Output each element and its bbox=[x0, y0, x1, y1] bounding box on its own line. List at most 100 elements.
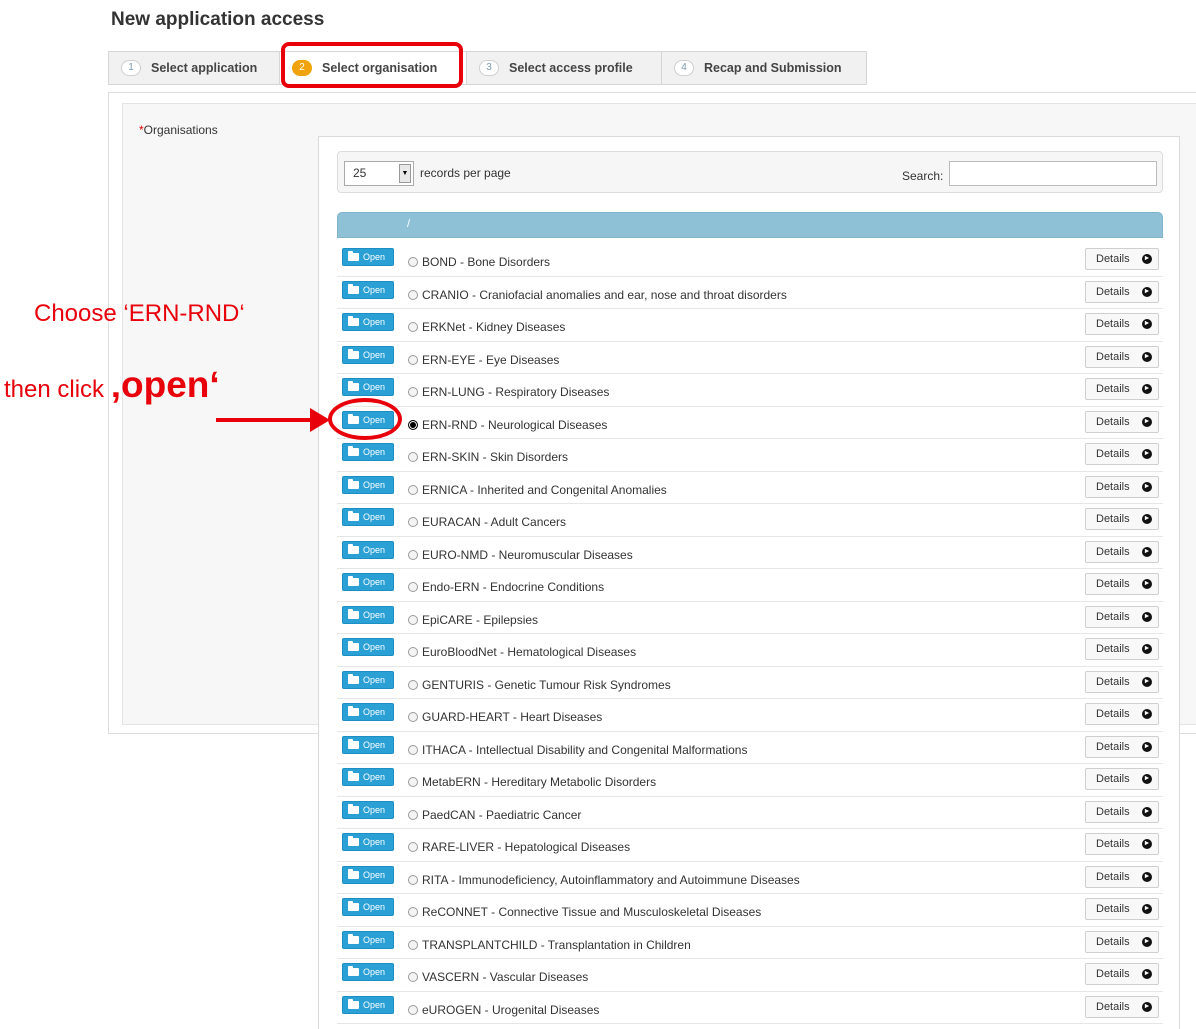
organisation-radio[interactable] bbox=[408, 842, 418, 852]
organisation-radio[interactable] bbox=[408, 744, 418, 755]
details-button[interactable]: Details ► bbox=[1085, 248, 1159, 270]
details-button[interactable]: Details ► bbox=[1085, 638, 1159, 660]
open-button[interactable]: Open bbox=[342, 410, 394, 429]
organisation-radio[interactable] bbox=[408, 582, 418, 592]
folder-icon bbox=[348, 478, 359, 489]
open-button[interactable]: Open bbox=[342, 670, 394, 689]
details-button[interactable]: Details ► bbox=[1085, 280, 1159, 303]
details-button[interactable]: Details ► bbox=[1085, 443, 1159, 465]
chevron-down-icon[interactable]: ▼ bbox=[399, 164, 411, 183]
organisation-radio[interactable] bbox=[408, 257, 418, 267]
details-button[interactable]: Details ► bbox=[1085, 508, 1159, 530]
tab-select-application[interactable]: 1 Select application bbox=[109, 52, 280, 84]
open-button[interactable]: Open bbox=[342, 508, 394, 526]
tab-select-organisation[interactable]: 2 Select organisation bbox=[280, 52, 467, 84]
details-button[interactable]: Details ► bbox=[1085, 800, 1159, 823]
folder-icon bbox=[348, 901, 359, 911]
organisation-radio[interactable] bbox=[408, 777, 418, 787]
organisation-radio[interactable] bbox=[408, 452, 418, 462]
organisation-radio[interactable] bbox=[408, 1004, 418, 1015]
details-button[interactable]: Details ► bbox=[1085, 735, 1159, 758]
open-button[interactable]: Open bbox=[342, 963, 394, 981]
tab-select-access-profile[interactable]: 3 Select access profile bbox=[467, 52, 662, 84]
search-input[interactable] bbox=[949, 161, 1157, 186]
folder-icon bbox=[348, 576, 359, 586]
tab-recap-and-submission[interactable]: 4 Recap and Submission bbox=[662, 52, 866, 84]
open-button[interactable]: Open bbox=[342, 638, 394, 656]
details-button[interactable]: Details ► bbox=[1085, 833, 1159, 855]
open-button[interactable]: Open bbox=[342, 995, 394, 1014]
organisation-name: VASCERN - Vascular Diseases bbox=[422, 970, 589, 984]
organisation-radio[interactable] bbox=[408, 484, 418, 495]
open-button[interactable]: Open bbox=[342, 605, 394, 624]
page-size-select[interactable]: 25 ▼ bbox=[344, 161, 414, 186]
details-button[interactable]: Details ► bbox=[1085, 930, 1159, 953]
organisation-radio[interactable] bbox=[408, 549, 418, 560]
organisation-radio[interactable] bbox=[408, 419, 418, 430]
open-button[interactable]: Open bbox=[342, 898, 394, 916]
details-button[interactable]: Details ► bbox=[1085, 410, 1159, 433]
open-button-label: Open bbox=[363, 252, 386, 262]
details-button-label: Details bbox=[1096, 773, 1130, 785]
details-button[interactable]: Details ► bbox=[1085, 963, 1159, 985]
details-button[interactable]: Details ► bbox=[1085, 605, 1159, 628]
open-button[interactable]: Open bbox=[342, 768, 394, 786]
details-button-label: Details bbox=[1096, 968, 1130, 980]
details-button[interactable]: Details ► bbox=[1085, 768, 1159, 790]
arrow-right-circle-icon: ► bbox=[1142, 611, 1152, 622]
open-button-label: Open bbox=[363, 447, 386, 457]
organisation-radio[interactable] bbox=[408, 517, 418, 527]
organisation-radio[interactable] bbox=[408, 387, 418, 397]
arrow-right-circle-icon: ► bbox=[1142, 709, 1152, 719]
open-button[interactable]: Open bbox=[342, 313, 394, 331]
organisation-radio[interactable] bbox=[408, 712, 418, 722]
organisation-radio[interactable] bbox=[408, 289, 418, 300]
open-button[interactable]: Open bbox=[342, 833, 394, 851]
organisation-radio[interactable] bbox=[408, 354, 418, 365]
annotation-emphasis: ‚open‘ bbox=[110, 364, 220, 405]
open-button[interactable]: Open bbox=[342, 378, 394, 396]
open-button-label: Open bbox=[363, 479, 386, 490]
open-button[interactable]: Open bbox=[342, 443, 394, 461]
details-button[interactable]: Details ► bbox=[1085, 995, 1159, 1018]
organisation-radio[interactable] bbox=[408, 939, 418, 950]
details-button[interactable]: Details ► bbox=[1085, 573, 1159, 595]
open-button[interactable]: Open bbox=[342, 703, 394, 721]
open-button[interactable]: Open bbox=[342, 475, 394, 494]
open-button[interactable]: Open bbox=[342, 540, 394, 559]
details-button[interactable]: Details ► bbox=[1085, 345, 1159, 368]
details-button[interactable]: Details ► bbox=[1085, 703, 1159, 725]
open-button[interactable]: Open bbox=[342, 248, 394, 266]
organisation-radio[interactable] bbox=[408, 972, 418, 982]
arrow-right-circle-icon: ► bbox=[1142, 904, 1152, 914]
details-button[interactable]: Details ► bbox=[1085, 865, 1159, 888]
table-row: Open TRANSPLANTCHILD - Transplantation in… bbox=[337, 927, 1163, 959]
organisation-radio[interactable] bbox=[408, 874, 418, 885]
details-button[interactable]: Details ► bbox=[1085, 313, 1159, 335]
organisation-radio[interactable] bbox=[408, 679, 418, 690]
organisation-name: ERN-RND - Neurological Diseases bbox=[422, 417, 608, 432]
open-button[interactable]: Open bbox=[342, 735, 394, 754]
details-button[interactable]: Details ► bbox=[1085, 670, 1159, 693]
open-button[interactable]: Open bbox=[342, 865, 394, 884]
arrow-right-circle-icon: ► bbox=[1142, 806, 1152, 817]
details-button[interactable]: Details ► bbox=[1085, 378, 1159, 400]
open-button[interactable]: Open bbox=[342, 280, 394, 299]
folder-icon bbox=[348, 836, 359, 846]
open-button[interactable]: Open bbox=[342, 573, 394, 591]
open-button[interactable]: Open bbox=[342, 345, 394, 364]
organisation-radio[interactable] bbox=[408, 809, 418, 820]
details-button-label: Details bbox=[1096, 513, 1130, 525]
table-row: Open eUROGEN - Urogenital Diseases Details… bbox=[337, 992, 1163, 1024]
details-button[interactable]: Details ► bbox=[1085, 898, 1159, 920]
organisation-radio[interactable] bbox=[408, 322, 418, 332]
organisation-radio[interactable] bbox=[408, 647, 418, 657]
open-button[interactable]: Open bbox=[342, 800, 394, 819]
organisation-radio[interactable] bbox=[408, 614, 418, 625]
open-button[interactable]: Open bbox=[342, 930, 394, 949]
organisation-radio[interactable] bbox=[408, 907, 418, 917]
details-button-label: Details bbox=[1096, 708, 1130, 720]
organisation-name: CRANIO - Craniofacial anomalies and ear,… bbox=[422, 287, 787, 302]
details-button[interactable]: Details ► bbox=[1085, 540, 1159, 563]
details-button[interactable]: Details ► bbox=[1085, 475, 1159, 498]
